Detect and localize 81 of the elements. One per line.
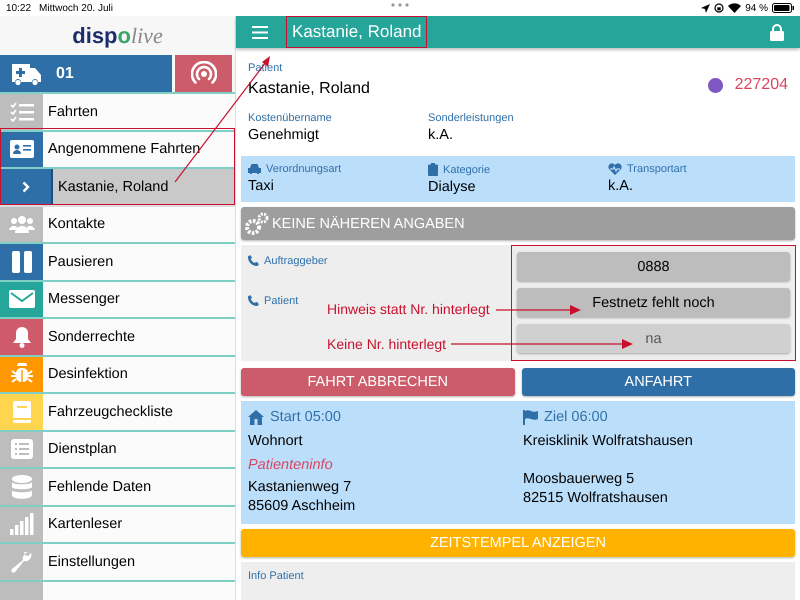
sidebar-item[interactable]: Fahrzeugcheckliste (0, 394, 235, 432)
sidebar-item[interactable]: Sonderrechte (0, 319, 235, 356)
phone-label: Patient (264, 295, 298, 307)
chevron-right-icon (22, 180, 30, 193)
ambulance-icon (10, 62, 42, 86)
people-icon (8, 215, 34, 234)
phone-button[interactable]: Festnetz fehlt noch (517, 288, 790, 317)
phone-icon (248, 255, 259, 266)
gears-icon (244, 212, 270, 236)
patient-info-note: Patienteninfo (248, 457, 334, 473)
notice-text: KEINE NÄHEREN ANGABEN (272, 216, 465, 232)
field-value: Genehmigt (248, 127, 320, 143)
header-title: Kastanie, Roland (286, 16, 428, 48)
action-button[interactable]: FAHRT ABBRECHEN (241, 368, 514, 396)
order-number: 227204 (734, 76, 788, 94)
battery-icon (772, 3, 794, 13)
lock-icon[interactable] (770, 24, 784, 40)
destination-city: 82515 Wolfratshausen (523, 490, 669, 506)
start-heading: Start 05:00 (270, 409, 341, 425)
heartbeat-icon (608, 163, 622, 175)
field-value: Taxi (248, 178, 275, 194)
bug-icon (10, 363, 32, 386)
field-value: k.A. (428, 127, 454, 143)
lock-rotation-icon (714, 3, 724, 13)
bell-icon (12, 326, 32, 348)
vehicle-button[interactable]: 01 (0, 55, 172, 92)
book-icon (12, 400, 30, 423)
annotation-text: Hinweis statt Nr. hinterlegt (327, 301, 490, 317)
clipboard-icon (428, 163, 438, 176)
signal-bars-icon (10, 513, 34, 536)
patient-name: Kastanie, Roland (248, 80, 371, 98)
sidebar-item[interactable]: Fahrten (0, 94, 235, 132)
flag-icon (523, 410, 538, 424)
field-label: Transportart (627, 163, 687, 175)
pause-icon (12, 250, 32, 273)
phone-label: Auftraggeber (264, 255, 328, 267)
destination-heading: Ziel 06:00 (544, 409, 608, 425)
sidebar-item[interactable]: Dienstplan (0, 432, 235, 469)
sidebar-item[interactable]: Messenger (0, 282, 235, 319)
status-date: Mittwoch 20. Juli (39, 2, 113, 14)
id-card-icon (10, 140, 34, 158)
annotation-text: Keine Nr. hinterlegt (327, 336, 446, 352)
destination-place: Kreisklinik Wolfratshausen (523, 433, 694, 449)
phone-button[interactable]: 0888 (517, 252, 790, 281)
sidebar-item[interactable]: Angenommene Fahrten (0, 132, 235, 169)
action-button[interactable]: ANFAHRT (522, 368, 795, 396)
start-city: 85609 Aschheim (248, 498, 356, 514)
app-logo: dispolive (71, 22, 164, 50)
location-icon (701, 4, 710, 12)
field-value: Dialyse (428, 179, 477, 195)
wifi-icon (728, 3, 742, 13)
sidebar-item[interactable]: Fehlende Daten (0, 469, 235, 506)
status-time: 10:22 (6, 2, 32, 14)
start-place: Wohnort (248, 433, 304, 449)
start-street: Kastanienweg 7 (248, 479, 352, 495)
field-label: Kostenübername (248, 112, 333, 124)
field-label: Kategorie (443, 164, 490, 176)
field-label: Verordnungsart (266, 163, 342, 175)
house-icon (248, 410, 264, 424)
sidebar-subitem[interactable]: Kastanie, Roland (51, 169, 235, 204)
sidebar-item[interactable]: Pausieren (0, 244, 235, 282)
sidebar-item[interactable]: Kontakte (0, 206, 235, 244)
phone-icon (248, 295, 259, 306)
field-label: Sonderleistungen (428, 112, 515, 124)
field-value: k.A. (608, 178, 634, 194)
sidebar-item[interactable]: Desinfektion (0, 356, 235, 394)
sidebar-item[interactable]: Einstellungen (0, 544, 235, 582)
checklist-icon (10, 102, 34, 122)
database-icon (12, 474, 32, 499)
battery-percent: 94 % (745, 2, 768, 14)
multitask-dots-icon (391, 3, 409, 7)
sidebar-item[interactable]: Kartenleser (0, 506, 235, 544)
broadcast-icon (190, 60, 216, 86)
broadcast-button[interactable] (175, 55, 232, 92)
car-icon (248, 164, 261, 174)
destination-street: Moosbauerweg 5 (523, 471, 636, 487)
menu-icon[interactable] (252, 26, 268, 38)
list-icon (10, 439, 32, 460)
envelope-icon (8, 290, 34, 308)
field-label: Info Patient (248, 570, 305, 582)
wrench-icon (10, 550, 32, 573)
